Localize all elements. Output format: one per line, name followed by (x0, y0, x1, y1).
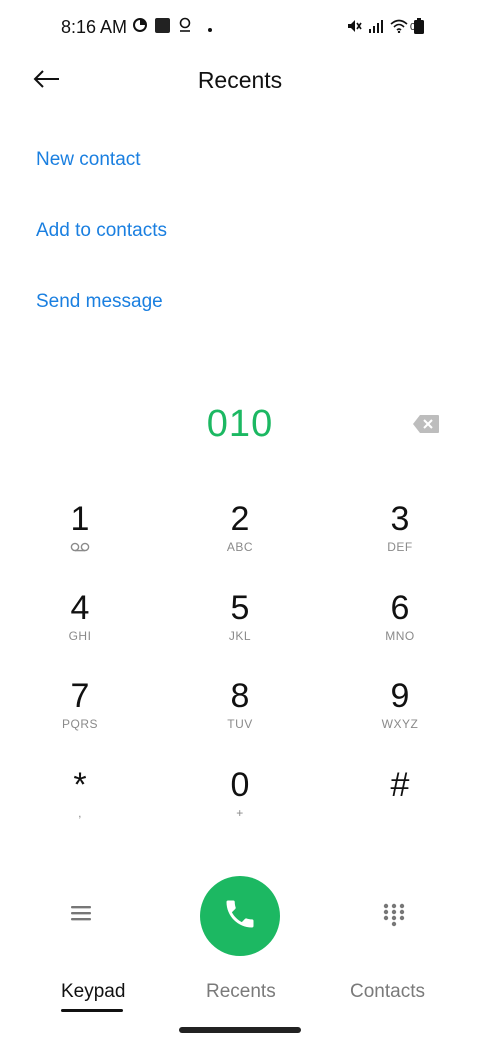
home-indicator[interactable] (179, 1027, 301, 1033)
key-letters: MNO (385, 629, 415, 643)
dialed-number: 010 (206, 403, 274, 445)
key-letters: JKL (228, 629, 252, 643)
key-letters: + (236, 806, 244, 820)
wifi-icon (390, 19, 408, 38)
key-digit: 2 (230, 500, 250, 538)
key-letters: ABC (226, 540, 254, 554)
key-7[interactable]: 7 PQRS (20, 677, 140, 757)
key-9[interactable]: 9 WXYZ (340, 677, 460, 757)
add-to-contacts-link[interactable]: Add to contacts (36, 220, 167, 242)
key-digit: 0 (230, 766, 250, 804)
send-message-link[interactable]: Send message (36, 291, 163, 313)
key-letters: TUV (227, 717, 253, 731)
key-digit: 9 (390, 677, 410, 715)
key-6[interactable]: 6 MNO (340, 589, 460, 669)
key-2[interactable]: 2 ABC (180, 500, 300, 580)
header: Recents (0, 56, 480, 108)
status-left-icons (133, 17, 212, 38)
new-contact-link[interactable]: New contact (36, 149, 141, 171)
key-digit: 3 (390, 500, 410, 538)
key-letters: GHI (68, 629, 92, 643)
key-8[interactable]: 8 TUV (180, 677, 300, 757)
key-star[interactable]: * , (20, 766, 140, 846)
key-1[interactable]: 1 (20, 500, 140, 580)
status-time: 8:16 AM (61, 17, 128, 37)
tab-recents[interactable]: Recents (206, 981, 276, 1003)
menu-button[interactable] (70, 904, 98, 928)
key-digit: 4 (70, 589, 90, 627)
backspace-button[interactable] (412, 414, 442, 438)
data-saver-icon (133, 18, 147, 37)
menu-icon (70, 906, 92, 926)
key-digit: 1 (70, 500, 90, 538)
status-bar: 8:16 AM 00 (0, 0, 480, 56)
key-3[interactable]: 3 DEF (340, 500, 460, 580)
page-title: Recents (197, 67, 283, 93)
signal-icon (368, 19, 384, 38)
key-letters: DEF (387, 540, 413, 554)
key-letters: PQRS (61, 717, 98, 731)
location-icon (178, 17, 192, 38)
active-tab-indicator (61, 1009, 123, 1012)
backspace-icon (412, 415, 440, 438)
tab-keypad[interactable]: Keypad (61, 981, 125, 1003)
key-digit: * (73, 766, 87, 804)
dot-icon (208, 19, 212, 37)
key-digit: 8 (230, 677, 250, 715)
key-digit: 7 (70, 677, 90, 715)
key-letters: WXYZ (381, 717, 419, 731)
battery-level: 00 (410, 22, 422, 33)
bottom-tabs: Keypad Recents Contacts (0, 975, 480, 1015)
key-hash[interactable]: # (340, 766, 460, 846)
stop-icon (155, 17, 170, 38)
key-digit: # (390, 766, 410, 804)
key-4[interactable]: 4 GHI (20, 589, 140, 669)
dialpad-toggle-button[interactable] (382, 902, 408, 928)
tab-contacts[interactable]: Contacts (350, 981, 425, 1003)
bottom-actions (0, 870, 480, 960)
phone-icon (222, 896, 258, 937)
mute-icon (346, 18, 362, 39)
key-5[interactable]: 5 JKL (180, 589, 300, 669)
key-digit: 5 (230, 589, 250, 627)
call-button[interactable] (200, 876, 280, 956)
dialpad-icon (382, 903, 406, 932)
key-letters: , (78, 806, 82, 820)
voicemail-icon (20, 539, 140, 557)
key-digit: 6 (390, 589, 410, 627)
key-0[interactable]: 0 + (180, 766, 300, 846)
